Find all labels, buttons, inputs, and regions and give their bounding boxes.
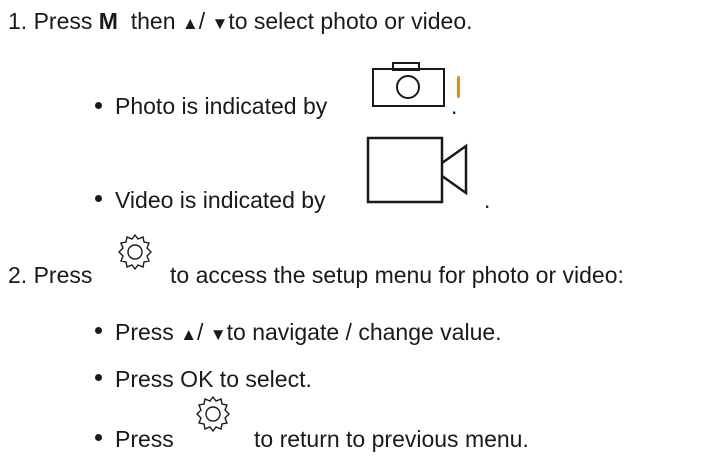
step-2-prefix: Press <box>33 262 93 288</box>
down-arrow-icon: ▼ <box>209 325 227 344</box>
bullet-marker <box>95 374 102 381</box>
bullet-marker <box>95 195 102 202</box>
video-bullet-period: . <box>484 187 491 213</box>
up-arrow-icon: ▲ <box>181 14 199 33</box>
slash-separator: / <box>198 8 206 34</box>
step-2-number-prefix: 2. Press <box>8 262 92 288</box>
navigate-bullet-prefix: Press <box>115 319 174 345</box>
settings-gear-icon <box>196 395 230 433</box>
ok-bullet-text: Press OK to select. <box>115 366 312 392</box>
slash-separator: / <box>197 319 204 345</box>
bullet-marker <box>95 434 102 441</box>
return-bullet-prefix: Press <box>115 426 174 452</box>
step-2-number: 2. <box>8 262 28 288</box>
orange-mark <box>457 76 460 98</box>
step-2-suffix: to access the setup menu for photo or vi… <box>170 262 624 288</box>
step-1-number: 1. <box>8 8 28 34</box>
video-bullet-text: Video is indicated by <box>115 187 326 213</box>
down-arrow-icon: ▼ <box>211 14 229 33</box>
navigate-bullet-text: to navigate / change value. <box>226 319 502 345</box>
video-bullet: Video is indicated by <box>115 187 326 213</box>
step-1: 1. Press M then ▲/ ▼to select photo or v… <box>8 8 473 37</box>
up-arrow-icon: ▲ <box>180 325 198 344</box>
bullet-marker <box>95 102 102 109</box>
step-1-prefix: Press <box>33 8 93 34</box>
mode-key-label: M <box>98 8 118 34</box>
photo-bullet: Photo is indicated by <box>115 93 327 119</box>
camera-icon <box>372 62 445 107</box>
photo-bullet-text: Photo is indicated by <box>115 93 328 119</box>
ok-bullet: Press OK to select. <box>115 366 312 392</box>
settings-gear-icon <box>118 233 152 271</box>
video-camera-icon <box>366 136 468 204</box>
photo-bullet-period: . <box>451 93 458 119</box>
bullet-marker <box>95 327 102 334</box>
return-bullet-text: to return to previous menu. <box>254 426 529 452</box>
navigate-bullet: Press ▲/ ▼to navigate / change value. <box>115 319 502 348</box>
step-1-middle: then <box>130 8 176 34</box>
step-1-suffix: to select photo or video. <box>228 8 473 34</box>
